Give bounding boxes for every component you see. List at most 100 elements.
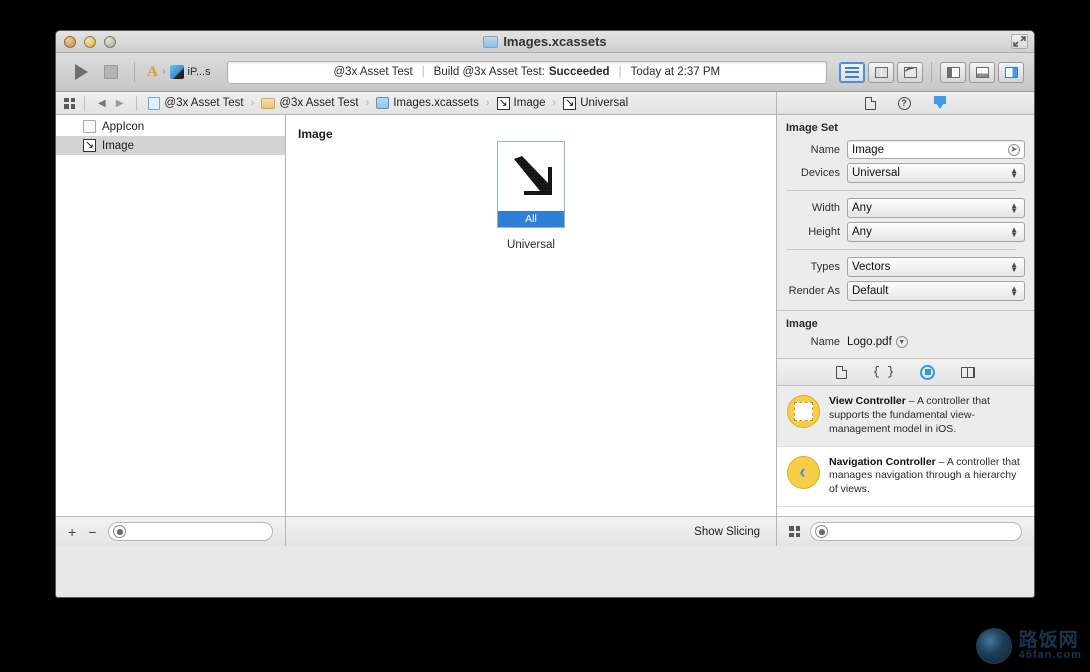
media-library-tab[interactable] [961, 366, 976, 378]
play-icon [74, 64, 88, 80]
breadcrumb-item-project[interactable]: @3x Asset Test [146, 96, 245, 110]
height-popup-value: Any [852, 226, 872, 238]
disclosure-icon[interactable]: ▼ [895, 336, 908, 348]
toggle-debug-area-button[interactable] [969, 61, 995, 83]
arrow-down-right-glyph [514, 155, 552, 195]
render-as-popup[interactable]: Default ▲ ▼ [847, 281, 1025, 301]
stepper-icon: ▲ ▼ [1010, 166, 1018, 180]
field-label: Types [810, 261, 840, 273]
list-item[interactable]: View Controller – A controller that supp… [777, 386, 1034, 447]
editor-mode-group [839, 61, 923, 83]
forward-button[interactable]: ▶ [112, 98, 128, 109]
editor-canvas: Image All Universal [286, 115, 776, 516]
image-section: Image Name Logo.pdf ▼ [777, 311, 1034, 359]
section-divider [786, 190, 1016, 191]
render-as-popup-value: Default [852, 285, 889, 297]
asset-list: AppIcon ↘ Image [56, 115, 285, 516]
file-inspector-tab[interactable] [864, 96, 876, 110]
breadcrumb-item-image[interactable]: ↘ Image [495, 96, 548, 110]
devices-popup-value: Universal [852, 167, 900, 179]
asset-navigator: AppIcon ↘ Image + − [56, 115, 286, 546]
stepper-icon: ▲ ▼ [1010, 284, 1018, 298]
device-icon [169, 65, 184, 79]
navigator-filter-field[interactable] [108, 522, 273, 541]
assistant-editor-button[interactable] [868, 61, 894, 83]
status-result: Succeeded [548, 66, 610, 78]
section-header: Image [786, 318, 818, 330]
name-field-value: Image [852, 143, 884, 156]
asset-editor: Image All Universal Show Slicing [286, 115, 776, 546]
xcode-window: Images.xcassets A › iP...s @3x Asset Tes… [55, 30, 1035, 598]
breadcrumb-label: Images.xcassets [393, 97, 479, 109]
section-header: Image Set [786, 122, 838, 134]
list-item-label: Image [102, 139, 134, 152]
asset-thumbnail[interactable]: All [497, 141, 565, 228]
width-popup[interactable]: Any ▲ ▼ [847, 198, 1025, 218]
list-item-label: AppIcon [102, 120, 145, 133]
toggle-navigator-button[interactable] [940, 61, 966, 83]
image-name-value-group[interactable]: Logo.pdf ▼ [847, 336, 908, 348]
sidebar-item-image[interactable]: ↘ Image [56, 136, 285, 155]
media-icon [961, 366, 976, 378]
image-set-icon: ↘ [563, 96, 577, 110]
stop-icon [104, 65, 118, 79]
breadcrumb-item-universal[interactable]: ↘ Universal [561, 96, 630, 110]
version-editor-button[interactable] [897, 61, 923, 83]
related-items-icon[interactable] [64, 97, 75, 109]
height-popup[interactable]: Any ▲ ▼ [847, 222, 1025, 242]
name-field-row: Name Image ➤ [777, 140, 1025, 159]
list-item-text: Navigation Controller – A controller tha… [829, 456, 1024, 498]
stop-button[interactable] [96, 59, 126, 85]
remove-asset-button[interactable]: − [88, 525, 96, 539]
toolbar: A › iP...s @3x Asset Test | Build @3x As… [56, 53, 1034, 92]
library-footer [777, 516, 1034, 546]
width-field-row: Width Any ▲ ▼ [777, 198, 1025, 218]
question-icon: ? [897, 96, 911, 110]
activity-status-bar[interactable]: @3x Asset Test | Build @3x Asset Test: S… [226, 60, 827, 84]
standard-editor-button[interactable] [839, 61, 865, 83]
device-label: iP...s [187, 66, 211, 78]
width-popup-value: Any [852, 202, 872, 214]
code-snippet-library-tab[interactable]: { } [873, 365, 895, 379]
show-slicing-button[interactable]: Show Slicing [694, 526, 760, 538]
expand-arrows-icon [1013, 36, 1026, 47]
object-library-tab[interactable] [920, 364, 936, 380]
breadcrumb-item-group[interactable]: @3x Asset Test [259, 97, 360, 109]
toggle-utilities-button[interactable] [998, 61, 1024, 83]
standard-editor-icon [845, 66, 859, 78]
file-template-library-tab[interactable] [835, 365, 847, 379]
back-button[interactable]: ◀ [94, 98, 110, 109]
fullscreen-expand-icon[interactable] [1011, 34, 1028, 49]
project-icon [148, 96, 161, 110]
library-filter-field[interactable] [810, 522, 1022, 541]
field-label: Height [808, 226, 840, 238]
inspector-tab-bar: ? [776, 92, 1034, 114]
clear-icon[interactable]: ➤ [1008, 143, 1020, 156]
devices-popup[interactable]: Universal ▲ ▼ [847, 163, 1025, 183]
file-icon [835, 365, 847, 379]
watermark-cn: 路饭网 [1018, 630, 1079, 651]
run-button[interactable] [66, 59, 96, 85]
list-item[interactable]: ‹ Navigation Controller – A controller t… [777, 447, 1034, 508]
watermark: 路饭网 45fan.com [975, 628, 1082, 664]
version-editor-icon [903, 66, 917, 78]
folder-icon [261, 97, 276, 109]
scheme-selector[interactable]: A › iP...s [143, 62, 215, 83]
stepper-icon: ▲ ▼ [1010, 225, 1018, 239]
object-icon [920, 364, 936, 380]
breadcrumb-item-catalog[interactable]: Images.xcassets [374, 97, 481, 109]
window-title-text: Images.xcassets [503, 34, 607, 49]
field-label: Devices [800, 167, 840, 179]
types-popup[interactable]: Vectors ▲ ▼ [847, 257, 1025, 277]
list-item-text: View Controller – A controller that supp… [829, 395, 1024, 437]
add-asset-button[interactable]: + [68, 525, 76, 539]
name-field[interactable]: Image ➤ [847, 140, 1025, 159]
attributes-inspector-tab[interactable] [933, 96, 947, 110]
library-grid-icon[interactable] [789, 526, 800, 537]
quick-help-tab[interactable]: ? [897, 96, 911, 110]
breadcrumb-chevron: › [250, 97, 255, 109]
field-label: Render As [788, 285, 840, 297]
sidebar-item-appicon[interactable]: AppIcon [56, 117, 285, 136]
list-item[interactable]: Table View Controller – A controller tha… [777, 507, 1034, 516]
types-field-row: Types Vectors ▲ ▼ [777, 257, 1025, 277]
